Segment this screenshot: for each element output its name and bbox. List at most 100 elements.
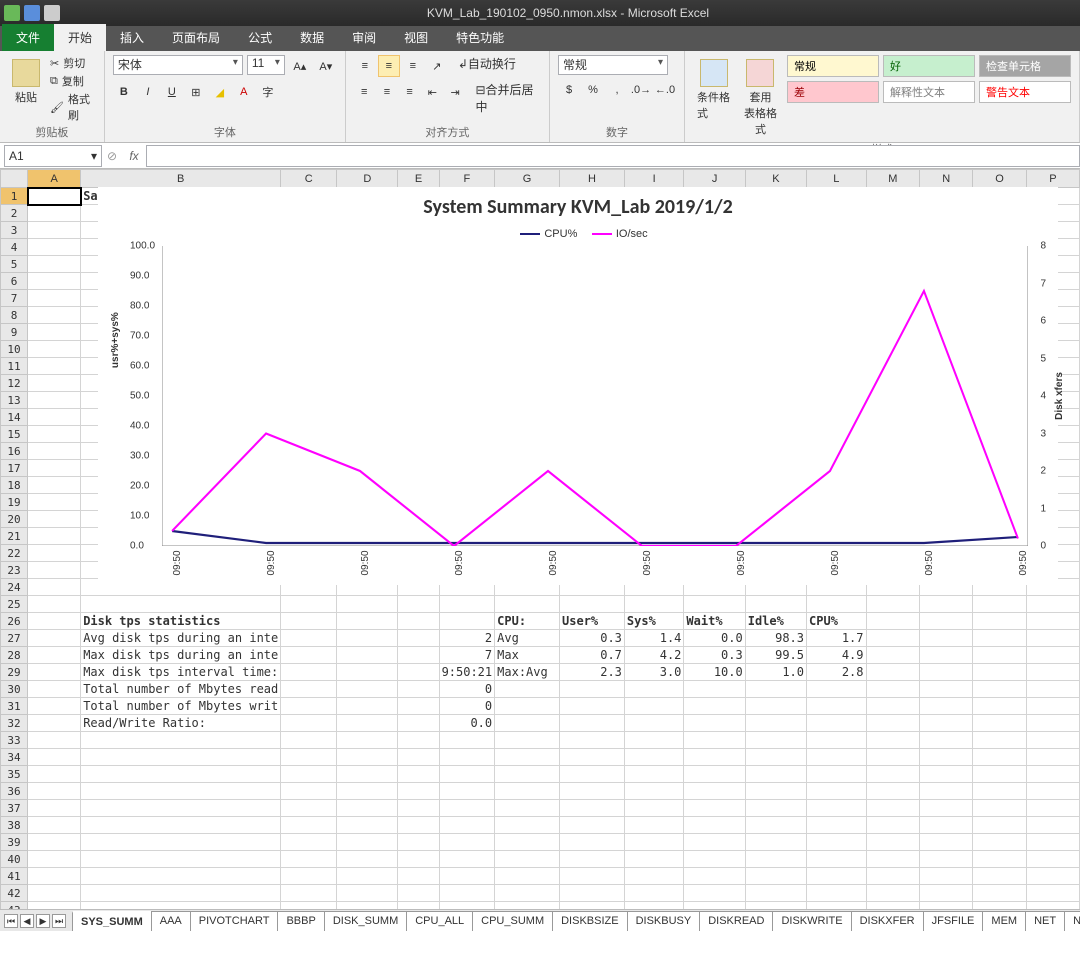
cell-F32[interactable]: 0.0 [439,715,495,732]
cell-A32[interactable] [28,715,81,732]
cell-A26[interactable] [28,613,81,630]
sheet-tab-JFSFILE[interactable]: JFSFILE [923,911,984,931]
cell-P37[interactable] [1026,800,1079,817]
row-header-10[interactable]: 10 [1,341,28,358]
format-painter-button[interactable]: 🖌格式刷 [50,91,96,123]
cell-M31[interactable] [866,698,920,715]
cell-J31[interactable] [684,698,745,715]
col-header-E[interactable]: E [398,170,439,188]
cell-C33[interactable] [281,732,337,749]
cell-C26[interactable] [281,613,337,630]
cell-G32[interactable] [495,715,560,732]
row-header-7[interactable]: 7 [1,290,28,307]
cell-I31[interactable] [624,698,684,715]
cell-M33[interactable] [866,732,920,749]
row-header-30[interactable]: 30 [1,681,28,698]
cell-C37[interactable] [281,800,337,817]
first-sheet-icon[interactable]: ⏮ [4,914,18,928]
cell-E36[interactable] [398,783,439,800]
cell-O26[interactable] [973,613,1026,630]
cell-B26[interactable]: Disk tps statistics [81,613,281,630]
cell-A16[interactable] [28,443,81,460]
cell-A11[interactable] [28,358,81,375]
dec-decimal-button[interactable]: ←.0 [654,79,676,101]
cell-I39[interactable] [624,834,684,851]
row-header-11[interactable]: 11 [1,358,28,375]
next-sheet-icon[interactable]: ▶ [36,914,50,928]
formula-input[interactable] [146,145,1080,167]
cell-D33[interactable] [337,732,398,749]
cell-M27[interactable] [866,630,920,647]
cell-O39[interactable] [973,834,1026,851]
align-center-button[interactable]: ≡ [377,81,398,103]
cell-K25[interactable] [745,596,806,613]
cell-I42[interactable] [624,885,684,902]
cell-B41[interactable] [81,868,281,885]
tab-公式[interactable]: 公式 [234,24,286,51]
cell-C30[interactable] [281,681,337,698]
row-header-28[interactable]: 28 [1,647,28,664]
cell-P39[interactable] [1026,834,1079,851]
indent-dec-button[interactable]: ⇤ [422,81,443,103]
number-format-select[interactable]: 常规 [558,55,668,75]
embedded-chart[interactable]: System Summary KVM_Lab 2019/1/2 CPU% IO/… [98,187,1058,585]
col-header-A[interactable]: A [28,170,81,188]
cell-C27[interactable] [281,630,337,647]
cell-O31[interactable] [973,698,1026,715]
cell-D38[interactable] [337,817,398,834]
cell-A14[interactable] [28,409,81,426]
cell-B29[interactable]: Max disk tps interval time: [81,664,281,681]
cell-K30[interactable] [745,681,806,698]
row-header-9[interactable]: 9 [1,324,28,341]
cell-P25[interactable] [1026,596,1079,613]
cell-J37[interactable] [684,800,745,817]
cell-A17[interactable] [28,460,81,477]
cell-I29[interactable]: 3.0 [624,664,684,681]
sheet-tab-CPU_ALL[interactable]: CPU_ALL [406,911,473,931]
cell-K40[interactable] [745,851,806,868]
cell-F38[interactable] [439,817,495,834]
cell-E38[interactable] [398,817,439,834]
cell-M26[interactable] [866,613,920,630]
cell-G34[interactable] [495,749,560,766]
cell-O42[interactable] [973,885,1026,902]
cell-F29[interactable]: 9:50:21 [439,664,495,681]
cell-G40[interactable] [495,851,560,868]
cell-E35[interactable] [398,766,439,783]
cell-G27[interactable]: Avg [495,630,560,647]
cell-A19[interactable] [28,494,81,511]
cell-C40[interactable] [281,851,337,868]
cell-E31[interactable] [398,698,439,715]
cell-L37[interactable] [807,800,867,817]
cell-G41[interactable] [495,868,560,885]
row-header-13[interactable]: 13 [1,392,28,409]
cell-N37[interactable] [920,800,973,817]
cell-E29[interactable] [398,664,439,681]
cell-P33[interactable] [1026,732,1079,749]
cell-O35[interactable] [973,766,1026,783]
cell-A10[interactable] [28,341,81,358]
cell-P26[interactable] [1026,613,1079,630]
cell-D40[interactable] [337,851,398,868]
cell-B35[interactable] [81,766,281,783]
row-header-27[interactable]: 27 [1,630,28,647]
cell-I30[interactable] [624,681,684,698]
cell-O25[interactable] [973,596,1026,613]
fill-color-button[interactable]: ◢ [209,81,231,103]
align-left-button[interactable]: ≡ [354,81,375,103]
cell-A13[interactable] [28,392,81,409]
cell-G42[interactable] [495,885,560,902]
cell-N26[interactable] [920,613,973,630]
tab-审阅[interactable]: 审阅 [338,24,390,51]
cell-M28[interactable] [866,647,920,664]
cell-O34[interactable] [973,749,1026,766]
col-header-D[interactable]: D [337,170,398,188]
cell-F39[interactable] [439,834,495,851]
cell-K37[interactable] [745,800,806,817]
worksheet-grid[interactable]: ABCDEFGHIJKLMNOP1Samples10First9:50:05La… [0,169,1080,931]
cell-C39[interactable] [281,834,337,851]
cell-C32[interactable] [281,715,337,732]
row-header-33[interactable]: 33 [1,732,28,749]
align-right-button[interactable]: ≡ [399,81,420,103]
col-header-O[interactable]: O [973,170,1026,188]
